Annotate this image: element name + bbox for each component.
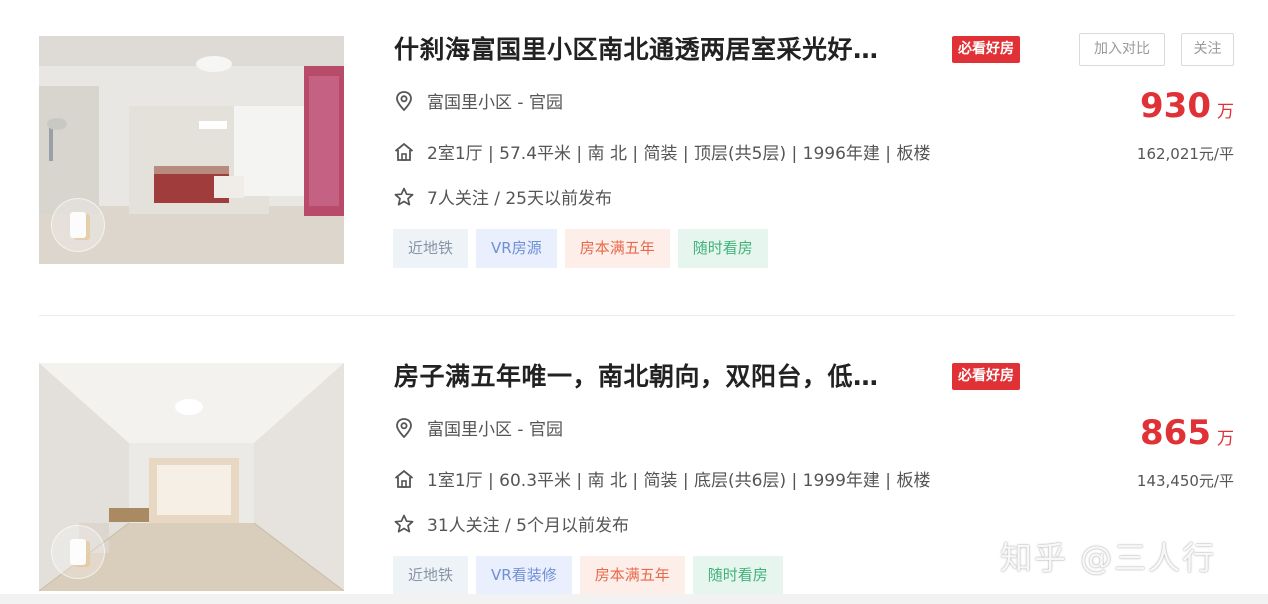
tag-near-subway: 近地铁 [393,556,469,595]
listing-follow-info: 31人关注 / 5个月以前发布 [393,511,629,536]
tag-visit-anytime: 随时看房 [692,556,783,595]
listing-location: 富国里小区 - 官园 [393,415,563,440]
listing-location: 富国里小区 - 官园 [393,88,563,113]
community-link[interactable]: 富国里小区 - 官园 [427,415,563,440]
community-link[interactable]: 富国里小区 - 官园 [427,88,563,113]
total-price: 930 万 [1140,86,1234,126]
follow-button[interactable]: 关注 [1181,33,1234,66]
listing-divider [39,315,1235,316]
zhihu-watermark: 知乎 @三人行 [1000,539,1217,577]
price-unit: 万 [1217,429,1234,449]
listing-follow-info: 7人关注 / 25天以前发布 [393,184,612,209]
vr-cube-icon[interactable] [51,198,105,252]
tag-near-subway: 近地铁 [393,229,469,268]
listing-house-info: 1室1厅 | 60.3平米 | 南 北 | 简装 | 底层(共6层) | 199… [393,466,930,491]
tag-visit-anytime: 随时看房 [677,229,768,268]
unit-price: 162,021元/平 [1136,145,1234,163]
page-bottom-edge [0,594,1268,604]
listing-tags: 近地铁 VR房源 房本满五年 随时看房 [393,229,768,268]
followers-text: 31人关注 / 5个月以前发布 [427,516,629,536]
vr-cube-icon[interactable] [51,525,105,579]
must-see-badge: 必看好房 [952,36,1020,63]
total-price: 865 万 [1140,413,1234,453]
must-see-badge: 必看好房 [952,363,1020,390]
tag-vr: VR房源 [476,229,557,268]
house-info-text: 2室1厅 | 57.4平米 | 南 北 | 简装 | 顶层(共5层) | 199… [427,144,931,164]
tag-vr: VR看装修 [476,556,572,595]
star-icon [393,186,415,208]
tag-five-years: 房本满五年 [579,556,685,595]
listing-title[interactable]: 什刹海富国里小区南北通透两居室采光好… [394,30,879,66]
price-unit: 万 [1217,102,1234,122]
map-pin-icon [393,90,415,112]
listing-tags: 近地铁 VR看装修 房本满五年 随时看房 [393,556,783,595]
house-icon [393,468,415,490]
listing-photo[interactable] [39,363,344,591]
unit-price: 143,450元/平 [1136,472,1234,490]
map-pin-icon [393,417,415,439]
house-info-text: 1室1厅 | 60.3平米 | 南 北 | 简装 | 底层(共6层) | 199… [427,471,931,491]
followers-text: 7人关注 / 25天以前发布 [427,189,612,209]
listing-title[interactable]: 房子满五年唯一，南北朝向，双阳台，低… [394,357,879,393]
star-icon [393,513,415,535]
price-number: 865 [1140,413,1211,453]
house-icon [393,141,415,163]
house-listing: 什刹海富国里小区南北通透两居室采光好… 必看好房 加入对比 关注 富国里小区 -… [0,0,1268,290]
price-number: 930 [1140,86,1211,126]
listing-photo[interactable] [39,36,344,264]
tag-five-years: 房本满五年 [564,229,670,268]
add-compare-button[interactable]: 加入对比 [1079,33,1165,66]
listing-house-info: 2室1厅 | 57.4平米 | 南 北 | 简装 | 顶层(共5层) | 199… [393,139,930,164]
